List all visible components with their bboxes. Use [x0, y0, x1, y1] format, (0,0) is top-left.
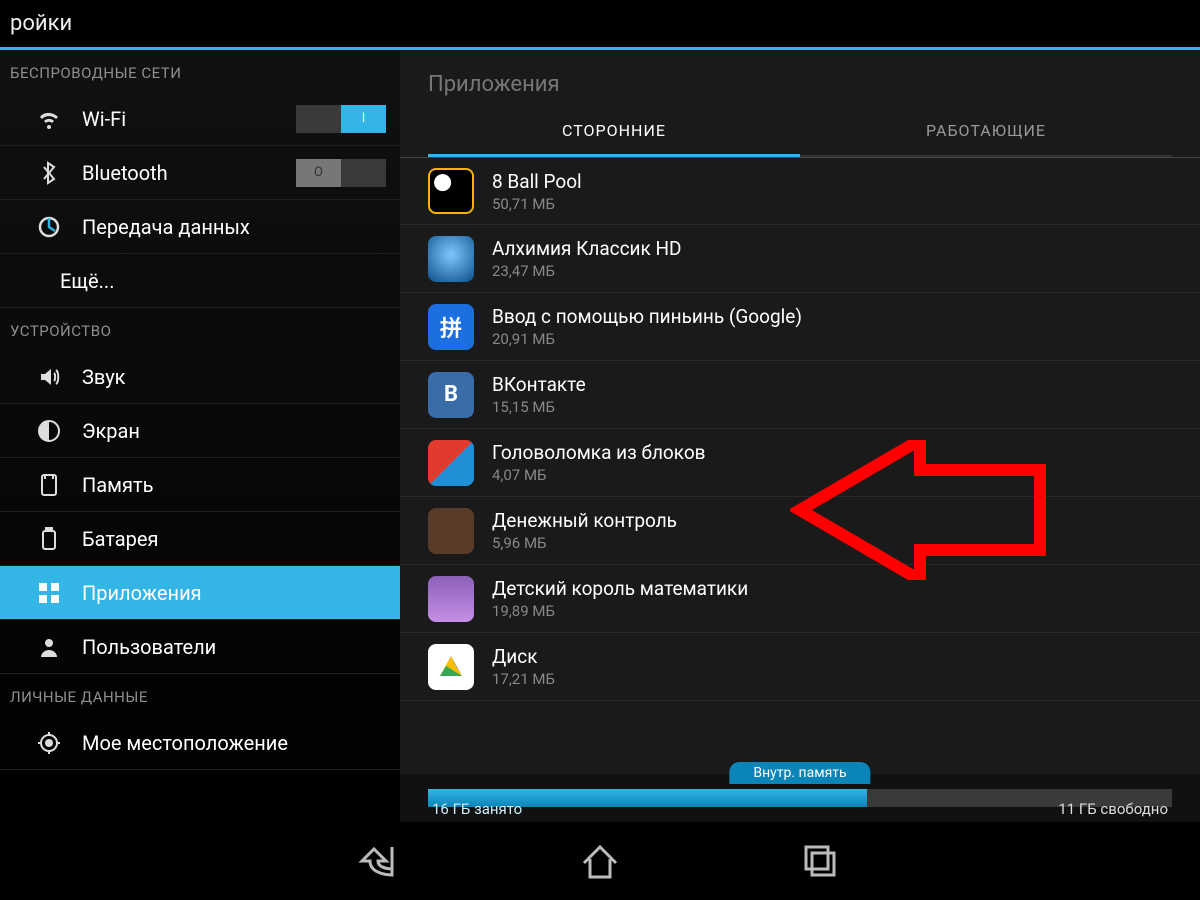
- content-pane: Приложения СТОРОННИЕ РАБОТАЮЩИЕ 8 Ball P…: [400, 50, 1200, 822]
- window-title: ройки: [0, 0, 1200, 50]
- apps-tabs: СТОРОННИЕ РАБОТАЮЩИЕ: [400, 97, 1200, 157]
- data-usage-icon: [34, 212, 64, 242]
- storage-used-text: 16 ГБ занято: [432, 800, 522, 818]
- app-size: 4,07 МБ: [492, 466, 706, 484]
- app-size: 50,71 МБ: [492, 195, 582, 213]
- sidebar-item-display[interactable]: Экран: [0, 404, 400, 458]
- app-icon: [428, 576, 474, 622]
- sidebar-users-label: Пользователи: [82, 635, 386, 659]
- app-size: 15,15 МБ: [492, 398, 586, 416]
- nav-recent-button[interactable]: [790, 831, 850, 891]
- sidebar-apps-label: Приложения: [82, 581, 386, 605]
- wifi-icon: [34, 104, 64, 134]
- sidebar-item-sound[interactable]: Звук: [0, 350, 400, 404]
- storage-free-text: 11 ГБ свободно: [1058, 800, 1168, 818]
- app-name: Ввод с помощью пиньинь (Google): [492, 305, 802, 328]
- section-personal: ЛИЧНЫЕ ДАННЫЕ: [0, 674, 400, 716]
- app-icon: [428, 236, 474, 282]
- apps-list[interactable]: 8 Ball Pool 50,71 МБ Алхимия Классик HD 23,…: [400, 157, 1200, 774]
- apps-icon: [34, 578, 64, 608]
- app-icon: [428, 440, 474, 486]
- app-icon: [428, 508, 474, 554]
- location-icon: [34, 728, 64, 758]
- sidebar-item-location[interactable]: Мое местоположение: [0, 716, 400, 770]
- display-icon: [34, 416, 64, 446]
- nav-home-button[interactable]: [570, 831, 630, 891]
- sidebar-battery-label: Батарея: [82, 527, 386, 551]
- app-icon: [428, 168, 474, 214]
- app-size: 17,21 МБ: [492, 670, 555, 688]
- sidebar-more-label: Ещё...: [60, 269, 386, 293]
- sound-icon: [34, 362, 64, 392]
- sidebar-item-data-usage[interactable]: Передача данных: [0, 200, 400, 254]
- app-row[interactable]: 8 Ball Pool 50,71 МБ: [400, 157, 1200, 225]
- users-icon: [34, 632, 64, 662]
- app-name: 8 Ball Pool: [492, 170, 582, 193]
- app-name: Денежный контроль: [492, 509, 677, 532]
- app-row[interactable]: 拼 Ввод с помощью пиньинь (Google) 20,91 МБ: [400, 293, 1200, 361]
- app-size: 20,91 МБ: [492, 330, 802, 348]
- storage-icon: [34, 470, 64, 500]
- app-row[interactable]: Алхимия Классик HD 23,47 МБ: [400, 225, 1200, 293]
- sidebar-item-bluetooth[interactable]: Bluetooth O: [0, 146, 400, 200]
- app-row[interactable]: В ВКонтакте 15,15 МБ: [400, 361, 1200, 429]
- sidebar-display-label: Экран: [82, 419, 386, 443]
- sidebar-item-wifi[interactable]: Wi-Fi I: [0, 92, 400, 146]
- section-device: УСТРОЙСТВО: [0, 308, 400, 350]
- app-name: Головоломка из блоков: [492, 441, 706, 464]
- sidebar-item-apps[interactable]: Приложения: [0, 566, 400, 620]
- storage-bar: Внутр. память 16 ГБ занято 11 ГБ свободн…: [400, 774, 1200, 822]
- app-name: Детский король математики: [492, 577, 748, 600]
- app-row[interactable]: Диск 17,21 МБ: [400, 633, 1200, 701]
- system-navbar: [0, 822, 1200, 900]
- battery-icon: [34, 524, 64, 554]
- app-size: 23,47 МБ: [492, 262, 682, 280]
- bluetooth-icon: [34, 158, 64, 188]
- tab-third-party[interactable]: СТОРОННИЕ: [428, 121, 800, 157]
- storage-label: Внутр. память: [729, 762, 870, 784]
- section-wireless: БЕСПРОВОДНЫЕ СЕТИ: [0, 50, 400, 92]
- app-name: Диск: [492, 645, 555, 668]
- app-name: Алхимия Классик HD: [492, 237, 682, 260]
- app-size: 19,89 МБ: [492, 602, 748, 620]
- app-row[interactable]: Денежный контроль 5,96 МБ: [400, 497, 1200, 565]
- nav-back-button[interactable]: [350, 831, 410, 891]
- bluetooth-toggle[interactable]: O: [296, 159, 386, 187]
- sidebar-storage-label: Память: [82, 473, 386, 497]
- title-text: ройки: [10, 11, 72, 36]
- app-row[interactable]: Головоломка из блоков 4,07 МБ: [400, 429, 1200, 497]
- app-icon: В: [428, 372, 474, 418]
- app-icon: [428, 644, 474, 690]
- sidebar-sound-label: Звук: [82, 365, 386, 389]
- sidebar-bluetooth-label: Bluetooth: [82, 161, 296, 185]
- app-size: 5,96 МБ: [492, 534, 677, 552]
- settings-sidebar: БЕСПРОВОДНЫЕ СЕТИ Wi-Fi I Bluetooth O: [0, 50, 400, 822]
- tab-running[interactable]: РАБОТАЮЩИЕ: [800, 121, 1172, 157]
- app-icon: 拼: [428, 304, 474, 350]
- app-name: ВКонтакте: [492, 373, 586, 396]
- sidebar-location-label: Мое местоположение: [82, 731, 386, 755]
- app-row[interactable]: Детский король математики 19,89 МБ: [400, 565, 1200, 633]
- sidebar-item-battery[interactable]: Батарея: [0, 512, 400, 566]
- sidebar-item-storage[interactable]: Память: [0, 458, 400, 512]
- sidebar-item-users[interactable]: Пользователи: [0, 620, 400, 674]
- sidebar-item-more[interactable]: Ещё...: [0, 254, 400, 308]
- wifi-toggle[interactable]: I: [296, 105, 386, 133]
- sidebar-data-label: Передача данных: [82, 215, 386, 239]
- content-title: Приложения: [400, 50, 1200, 97]
- sidebar-wifi-label: Wi-Fi: [82, 107, 296, 131]
